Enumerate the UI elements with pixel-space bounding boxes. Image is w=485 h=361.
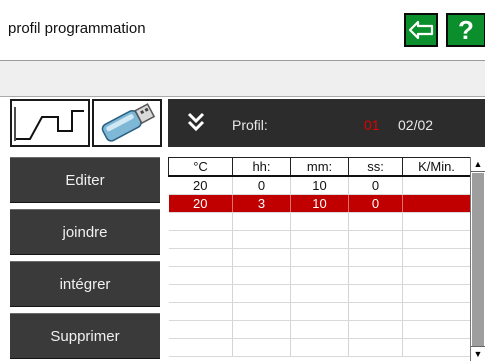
table-row[interactable]: 20 0 10 0: [168, 176, 471, 195]
insert-button[interactable]: intégrer: [10, 261, 160, 307]
divider: [0, 96, 485, 97]
cell: 20: [168, 176, 233, 195]
table-row[interactable]: [168, 284, 471, 303]
table-scrollbar[interactable]: ▲ ▼: [470, 157, 485, 361]
table-row[interactable]: [168, 338, 471, 357]
table-row[interactable]: [168, 230, 471, 249]
cell: [402, 194, 471, 213]
col-mm: mm:: [290, 157, 349, 177]
title-bar: profil programmation ?: [0, 0, 485, 61]
toolbar-band: [0, 61, 485, 96]
scroll-up-icon[interactable]: ▲: [471, 157, 485, 172]
help-button[interactable]: ?: [446, 13, 485, 47]
temperature-curve-icon: [14, 107, 84, 141]
arrow-left-icon: [408, 20, 434, 40]
scroll-thumb[interactable]: [472, 173, 484, 347]
table-row[interactable]: [168, 248, 471, 267]
col-hh: hh:: [232, 157, 291, 177]
col-temp: °C: [168, 157, 233, 177]
scroll-down-icon[interactable]: ▼: [471, 346, 485, 361]
cell: 0: [348, 194, 403, 213]
join-button[interactable]: joindre: [10, 209, 160, 255]
cell: 0: [348, 176, 403, 195]
usb-button[interactable]: [92, 99, 162, 147]
delete-button[interactable]: Supprimer: [10, 313, 160, 359]
cell: 10: [290, 194, 349, 213]
col-kmin: K/Min.: [402, 157, 471, 177]
profile-label: Profil:: [232, 117, 268, 133]
table-row-selected[interactable]: 20 3 10 0: [168, 194, 471, 213]
profile-table: °C hh: mm: ss: K/Min. 20 0 10 0 20 3 10 …: [168, 157, 471, 357]
curve-view-button[interactable]: [10, 99, 90, 147]
edit-button[interactable]: Editer: [10, 157, 160, 203]
table-row[interactable]: [168, 302, 471, 321]
col-ss: ss:: [348, 157, 403, 177]
table-row[interactable]: [168, 266, 471, 285]
table-body: 20 0 10 0 20 3 10 0: [168, 176, 471, 357]
profile-current: 01: [364, 117, 380, 133]
back-button[interactable]: [404, 13, 438, 47]
table-header: °C hh: mm: ss: K/Min.: [168, 157, 471, 177]
cell: 10: [290, 176, 349, 195]
table-row[interactable]: [168, 320, 471, 339]
page-title: profil programmation: [8, 20, 146, 37]
cell: 0: [232, 176, 291, 195]
profile-count: 02/02: [398, 117, 434, 133]
profile-header: Profil: 01 02/02: [168, 99, 485, 147]
cell: 20: [168, 194, 233, 213]
cell: 3: [232, 194, 291, 213]
table-row[interactable]: [168, 212, 471, 231]
usb-drive-icon: [101, 103, 156, 142]
double-chevron-down-icon[interactable]: [186, 111, 206, 139]
cell: [402, 176, 471, 195]
